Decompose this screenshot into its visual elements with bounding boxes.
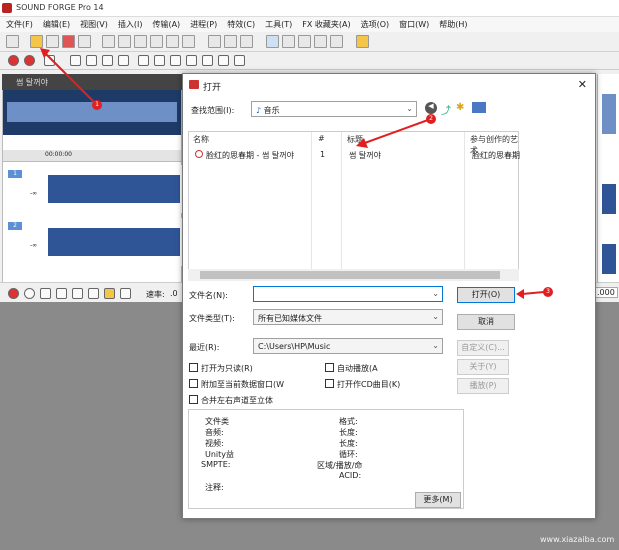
annotation-marker-2: 2 (426, 114, 436, 124)
annotation-marker-3: 3 (543, 287, 553, 297)
annotation-marker-1: 1 (92, 100, 102, 110)
watermark-logo: 下载吧 (495, 492, 567, 520)
annotation-arrows (40, 48, 545, 299)
watermark-url: www.xiazaiba.com (540, 535, 615, 544)
